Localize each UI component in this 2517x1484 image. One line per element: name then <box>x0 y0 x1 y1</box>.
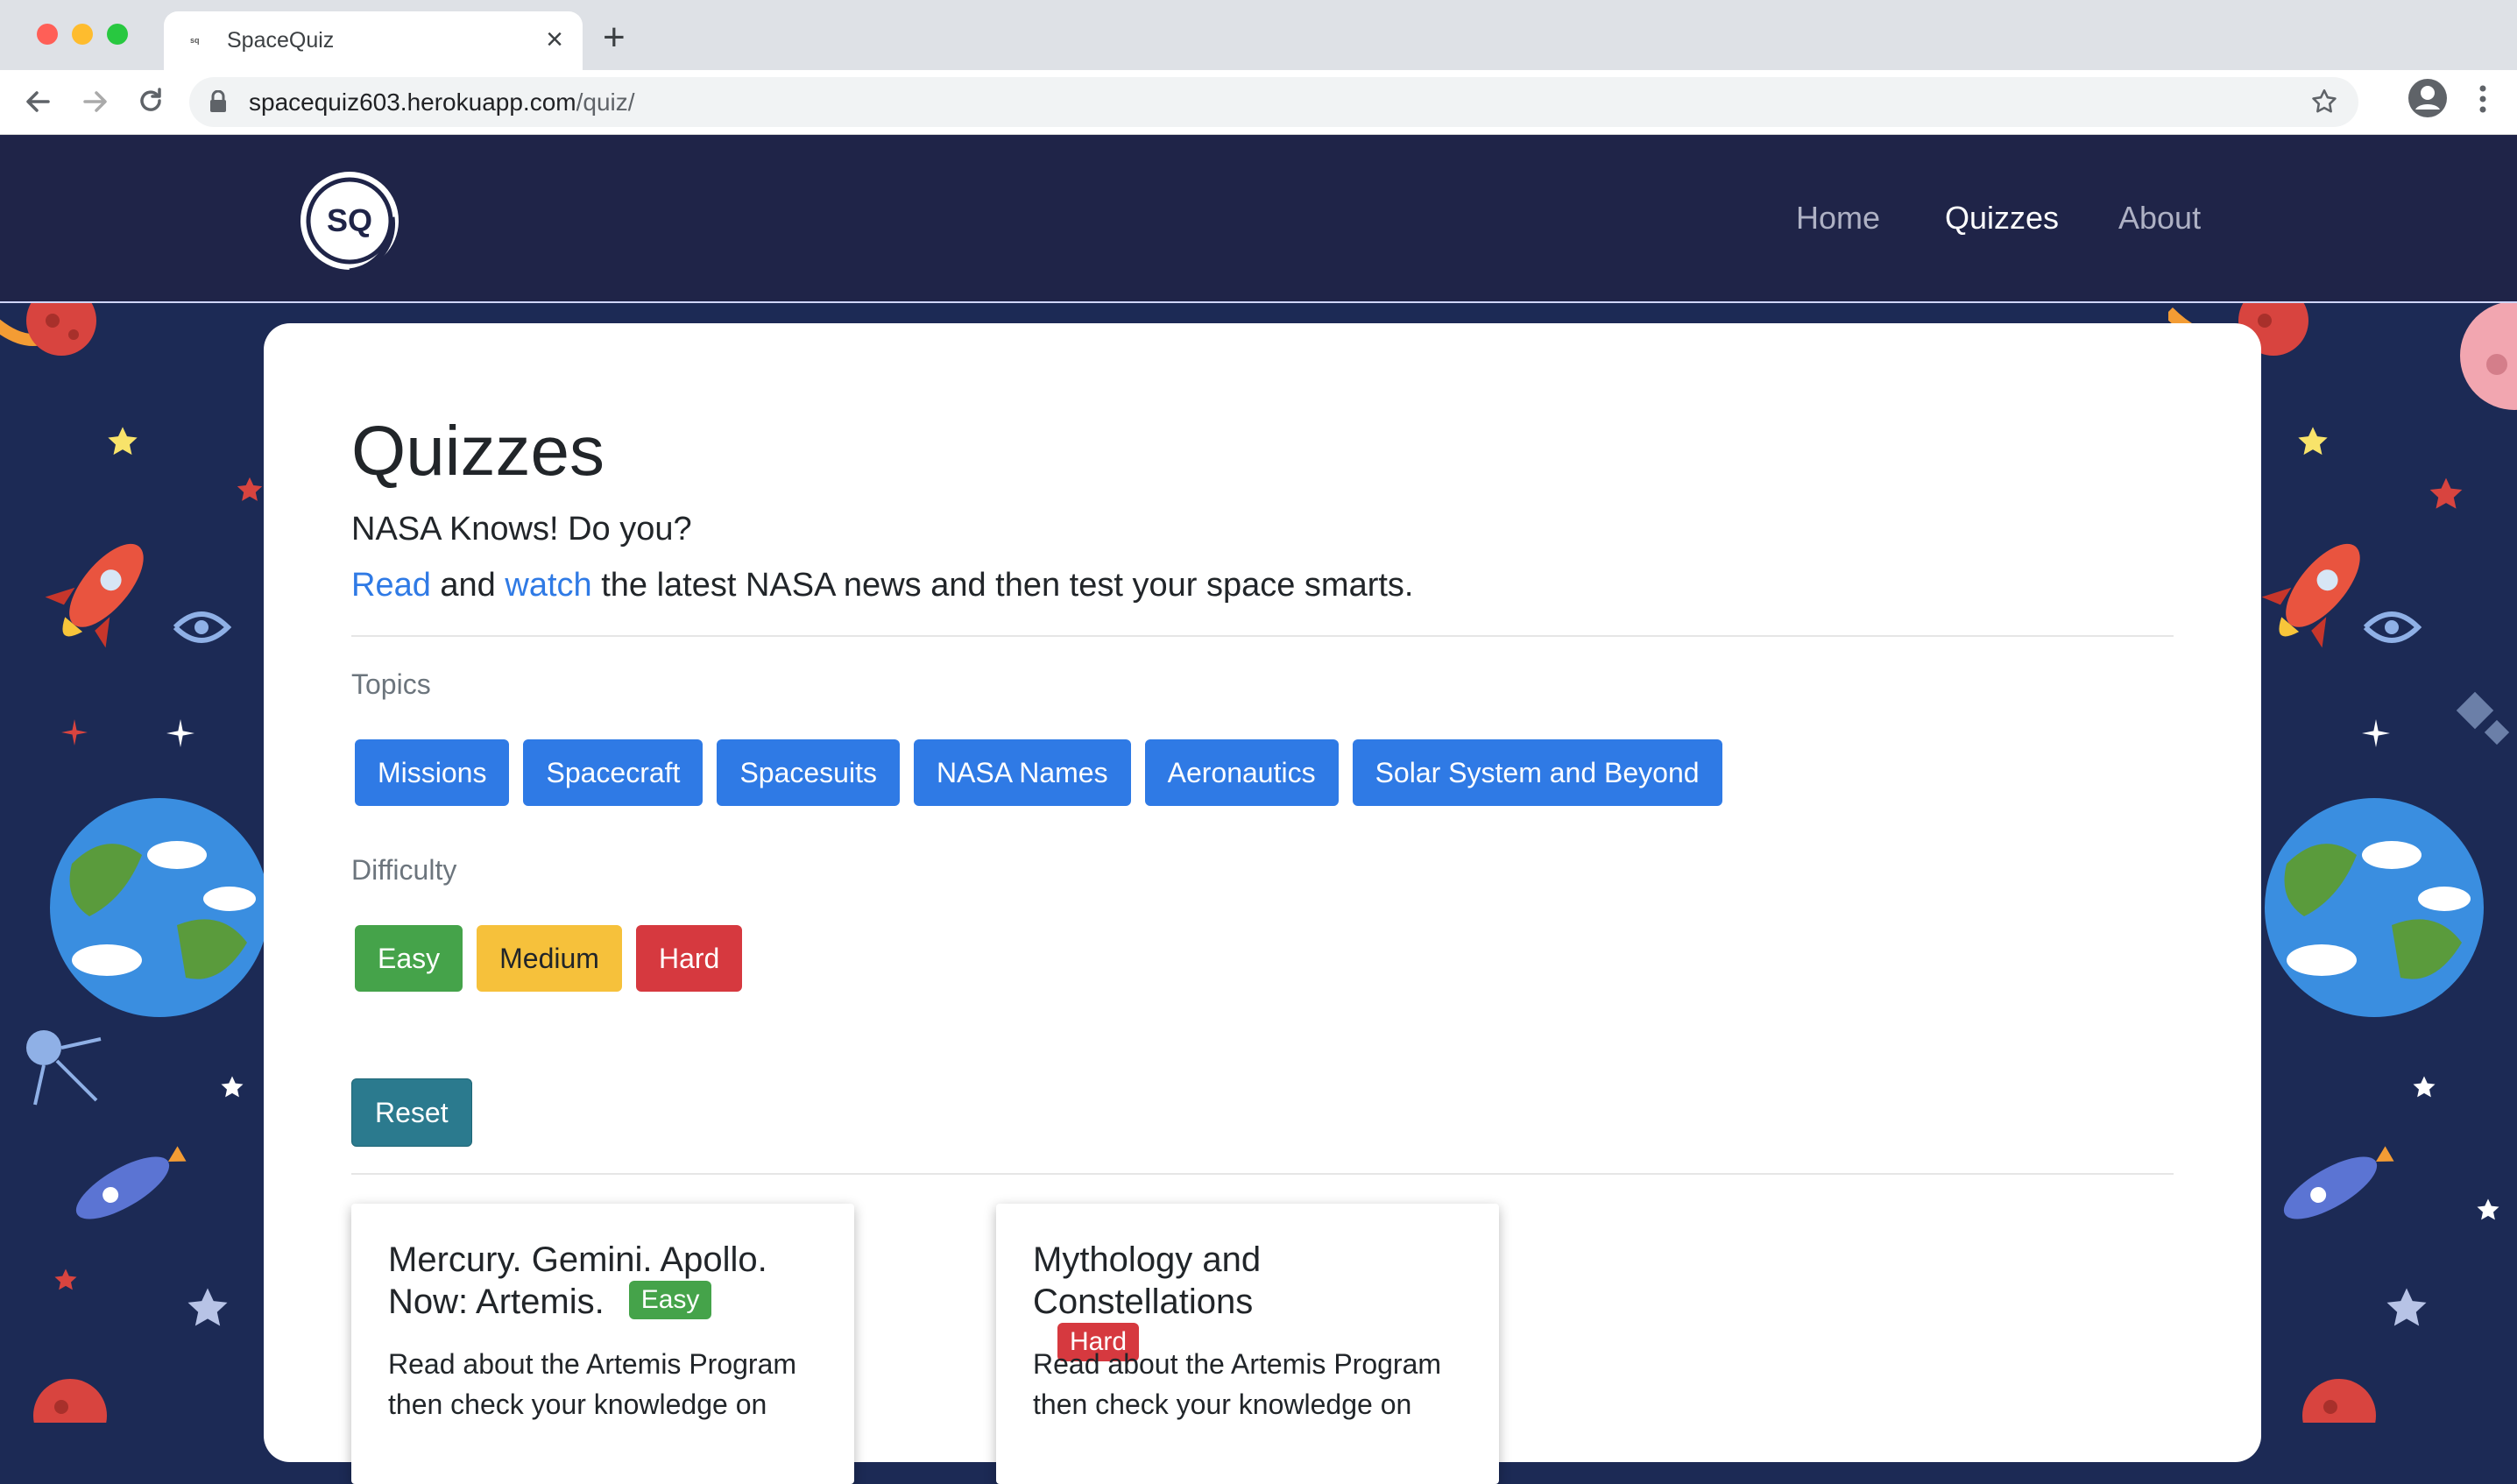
spacequiz-logo[interactable]: SQ <box>293 166 407 275</box>
sparkle-icon <box>2362 719 2390 747</box>
difficulty-label: Difficulty <box>351 854 457 886</box>
star-icon <box>2413 1076 2436 1098</box>
site-navbar: SQ Home Quizzes About <box>0 135 2517 303</box>
tab-title: SpaceQuiz <box>227 28 335 53</box>
back-icon[interactable] <box>17 80 60 124</box>
nav-home[interactable]: Home <box>1796 200 1880 237</box>
earth-icon <box>2265 798 2484 1017</box>
topic-aeronautics-button[interactable]: Aeronautics <box>1144 739 1339 806</box>
nav-quizzes[interactable]: Quizzes <box>1945 200 2059 237</box>
page-title: Quizzes <box>351 412 605 490</box>
divider <box>351 635 2174 637</box>
star-icon <box>2386 1288 2427 1326</box>
quiz-description: Read about the Artemis Program then chec… <box>1033 1348 1442 1420</box>
spaceship-icon <box>2283 1146 2394 1219</box>
difficulty-filter-buttons: Easy Medium Hard <box>355 925 743 992</box>
topic-solar-system-button[interactable]: Solar System and Beyond <box>1352 739 1722 806</box>
difficulty-badge: Easy <box>628 1281 712 1320</box>
topic-spacecraft-button[interactable]: Spacecraft <box>523 739 703 806</box>
bookmark-star-icon[interactable] <box>2309 87 2339 117</box>
logo-text: SQ <box>327 202 372 238</box>
reset-button[interactable]: Reset <box>351 1078 472 1147</box>
lock-icon <box>210 90 226 112</box>
quiz-card[interactable]: Mercury. Gemini. Apollo. Now: Artemis. Ea… <box>351 1204 854 1484</box>
intro-text: Read and watch the latest NASA news and … <box>351 565 1413 605</box>
star-icon <box>187 1288 228 1326</box>
satellite-icon <box>26 1030 102 1106</box>
galaxy-icon <box>2363 611 2422 643</box>
sparkle-icon <box>61 719 88 746</box>
star-icon <box>108 427 138 456</box>
star-icon <box>237 477 263 501</box>
close-tab-icon[interactable]: × <box>546 22 563 57</box>
minimize-window-button[interactable] <box>72 24 93 45</box>
meteor-icon <box>0 303 96 356</box>
star-icon <box>2477 1198 2499 1220</box>
read-link[interactable]: Read <box>351 567 431 604</box>
topic-spacesuits-button[interactable]: Spacesuits <box>717 739 900 806</box>
quiz-description: Read about the Artemis Program then chec… <box>388 1348 797 1420</box>
reload-icon[interactable] <box>129 80 173 124</box>
difficulty-medium-button[interactable]: Medium <box>477 925 622 992</box>
topic-missions-button[interactable]: Missions <box>355 739 510 806</box>
satellite-icon <box>2456 691 2510 746</box>
divider <box>351 1173 2174 1175</box>
quiz-card[interactable]: Mythology and ConstellationsHard Read ab… <box>996 1204 1499 1484</box>
quiz-title-text: Mythology and Constellations <box>1033 1240 1262 1321</box>
meteor-icon <box>33 1379 107 1423</box>
browser-tab-bar: sq SpaceQuiz × + <box>0 0 2517 70</box>
forward-icon[interactable] <box>73 80 117 124</box>
watch-link[interactable]: watch <box>505 567 591 604</box>
topics-label: Topics <box>351 668 431 700</box>
quiz-title: Mercury. Gemini. Apollo. Now: Artemis. Ea… <box>388 1239 826 1323</box>
spaceship-icon <box>75 1146 187 1219</box>
address-bar[interactable]: spacequiz603.herokuapp.com/quiz/ <box>189 77 2358 127</box>
earth-icon <box>50 798 269 1017</box>
nav-about[interactable]: About <box>2118 200 2201 237</box>
browser-tab[interactable]: sq SpaceQuiz × <box>164 11 583 70</box>
intro-rest: the latest NASA news and then test your … <box>591 567 1414 604</box>
sparkle-icon <box>166 719 194 747</box>
rocket-icon <box>45 543 144 648</box>
star-icon <box>54 1268 77 1290</box>
star-icon <box>2429 477 2463 509</box>
difficulty-easy-button[interactable]: Easy <box>355 925 463 992</box>
account-icon[interactable] <box>2407 78 2448 118</box>
close-window-button[interactable] <box>37 24 58 45</box>
maximize-window-button[interactable] <box>107 24 128 45</box>
more-menu-icon[interactable] <box>2476 84 2490 114</box>
galaxy-icon <box>173 611 232 643</box>
meteor-icon <box>2302 1379 2376 1423</box>
new-tab-icon[interactable]: + <box>603 16 626 60</box>
favicon-icon: sq <box>190 36 200 45</box>
browser-toolbar: spacequiz603.herokuapp.com/quiz/ <box>0 70 2517 135</box>
star-icon <box>221 1076 244 1098</box>
content-card: Quizzes NASA Knows! Do you? Read and wat… <box>264 323 2261 1484</box>
url-text: spacequiz603.herokuapp.com/quiz/ <box>249 88 635 116</box>
page-subtitle: NASA Knows! Do you? <box>351 511 692 548</box>
topic-filter-buttons: Missions Spacecraft Spacesuits NASA Name… <box>355 739 1722 806</box>
star-icon <box>2298 427 2328 456</box>
difficulty-hard-button[interactable]: Hard <box>635 925 743 992</box>
intro-and: and <box>430 567 506 604</box>
topic-nasa-names-button[interactable]: NASA Names <box>913 739 1131 806</box>
planet-icon <box>2460 303 2517 410</box>
